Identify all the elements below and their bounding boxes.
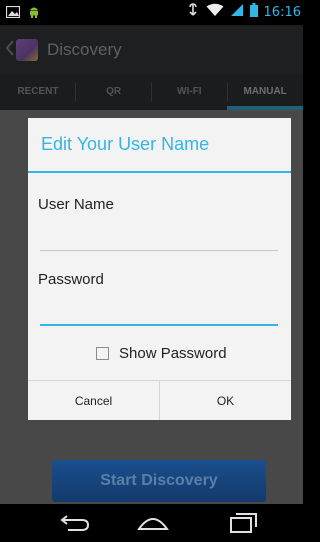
clock-time: 16:16 (263, 5, 301, 20)
usb-icon (186, 3, 200, 22)
signal-icon (230, 3, 244, 22)
cancel-button[interactable]: Cancel (28, 381, 159, 420)
image-icon (5, 5, 21, 23)
tab-wifi[interactable]: WI-FI (152, 75, 228, 110)
recents-icon[interactable] (228, 512, 258, 539)
tab-divider (151, 83, 152, 101)
password-label: Password (38, 271, 104, 288)
android-icon (28, 5, 40, 23)
tab-bar: RECENT QR WI-FI MANUAL (0, 75, 303, 110)
dialog-title: Edit Your User Name (41, 134, 210, 154)
show-password-label[interactable]: Show Password (119, 345, 227, 362)
edit-username-dialog: Edit Your User Name User Name Password S… (28, 118, 291, 420)
tab-divider (227, 83, 228, 101)
chevron-left-icon[interactable] (5, 40, 14, 61)
start-discovery-button[interactable]: Start Discovery (52, 460, 266, 502)
home-icon[interactable] (136, 512, 170, 537)
show-password-row[interactable]: Show Password (96, 345, 227, 362)
action-bar: Discovery (0, 25, 303, 75)
status-right-icons: 16:16 (186, 3, 301, 22)
tab-manual[interactable]: MANUAL (227, 75, 303, 110)
app-logo-icon[interactable] (16, 39, 38, 61)
username-field[interactable] (40, 221, 278, 251)
status-bar: 16:16 (0, 0, 303, 25)
tab-recent[interactable]: RECENT (0, 75, 76, 110)
tab-divider (75, 83, 76, 101)
ok-button[interactable]: OK (159, 381, 291, 420)
status-left-icons (5, 5, 40, 23)
show-password-checkbox[interactable] (96, 347, 109, 360)
wifi-icon (206, 3, 224, 22)
tab-qr[interactable]: QR (76, 75, 152, 110)
battery-icon (249, 3, 258, 22)
navigation-bar (0, 504, 303, 542)
dialog-title-divider (28, 171, 291, 173)
page-title: Discovery (47, 40, 122, 59)
password-field[interactable] (40, 296, 278, 326)
back-icon[interactable] (60, 512, 90, 537)
username-label: User Name (38, 196, 114, 213)
dialog-button-row: Cancel OK (28, 380, 291, 420)
